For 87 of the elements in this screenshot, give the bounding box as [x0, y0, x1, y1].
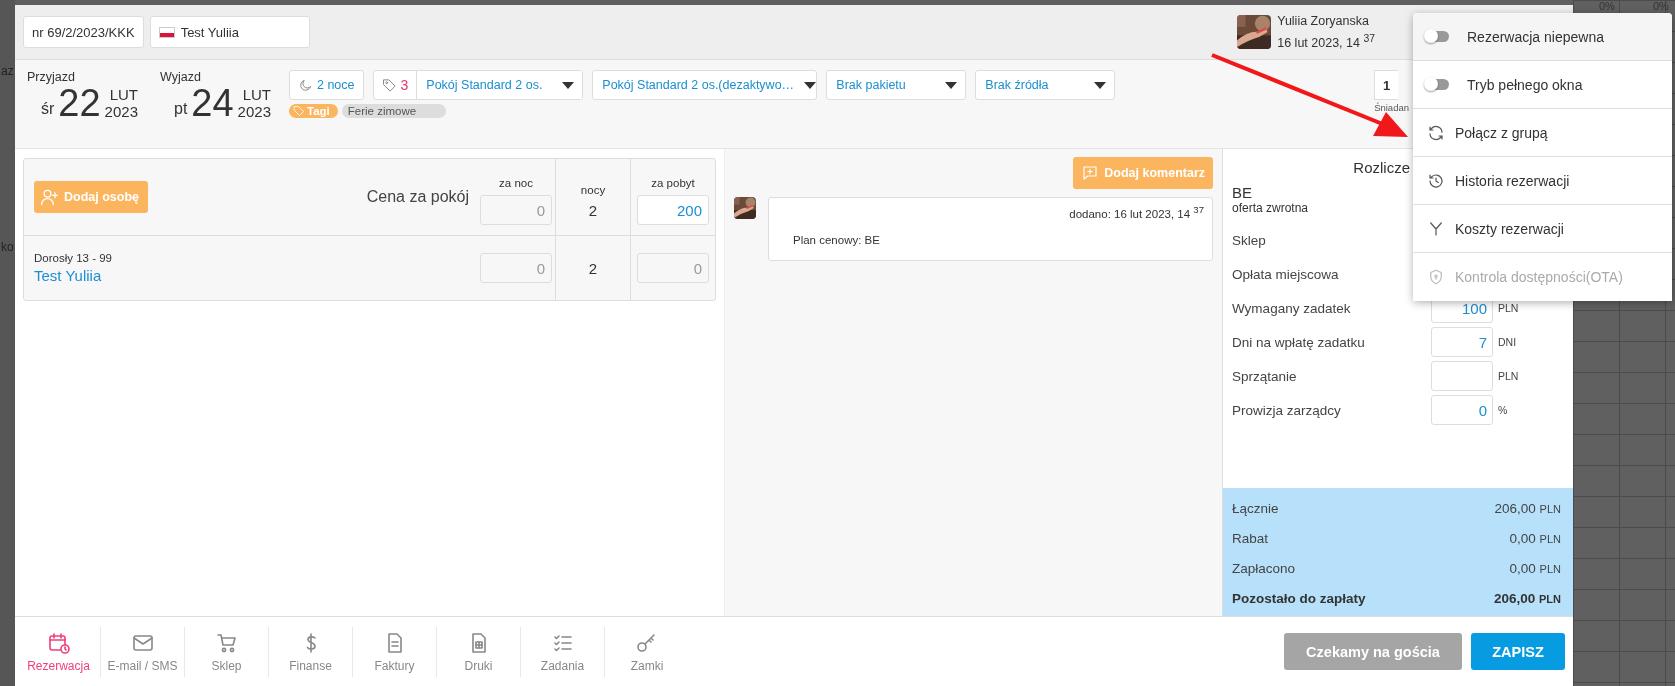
- toolbar-tab[interactable]: Zamki: [605, 626, 689, 677]
- weekday: śr: [41, 100, 55, 118]
- total-label: Rabat: [1232, 530, 1269, 546]
- day-number: 22: [58, 84, 101, 122]
- year: 2023: [104, 103, 138, 120]
- input-field[interactable]: 7: [1431, 327, 1493, 357]
- field-label: Dni na wpłatę zadatku: [1232, 334, 1365, 350]
- unit: %: [1498, 404, 1509, 416]
- nights-button[interactable]: 2 noce: [289, 70, 364, 100]
- row-label: Cena za pokój: [366, 188, 469, 206]
- unit: PLN: [1498, 302, 1520, 314]
- nights-count: 2: [588, 259, 598, 277]
- refresh-icon: [1427, 123, 1445, 142]
- breakfast-count-field[interactable]: 1: [1374, 70, 1399, 100]
- caret-icon: [945, 81, 958, 89]
- age-category: Dorosły 13 - 99: [34, 252, 112, 264]
- breakfast-label: Śniadan: [1374, 102, 1409, 113]
- toolbar-tab[interactable]: Finanse: [269, 626, 353, 677]
- menu-item[interactable]: Koszty rezerwacji: [1413, 205, 1672, 253]
- rate-plan-note: oferta zwrotna: [1232, 201, 1310, 215]
- dropdown[interactable]: Brak pakietu: [826, 70, 967, 100]
- toolbar-tab[interactable]: Zadania: [521, 626, 605, 677]
- total-amount: 0,00 PLN: [1509, 530, 1561, 546]
- flag-icon: [158, 26, 175, 38]
- timestamp: 16 lut 2023, 14 $^{37}$: [1277, 31, 1375, 53]
- save-button[interactable]: ZAPISZ: [1471, 633, 1565, 670]
- dropdown[interactable]: Pokój Standard 2 os.(dezaktywo…: [592, 70, 818, 100]
- total-label: Pozostało do zapłaty: [1232, 590, 1366, 606]
- toolbar-tab[interactable]: Faktury: [353, 626, 437, 677]
- user-name: Yuliia Zoryanska: [1277, 12, 1370, 30]
- menu-item[interactable]: Historia rezerwacji: [1413, 157, 1672, 205]
- field-label: Sklep: [1232, 232, 1266, 248]
- comment-plus-icon: [1081, 164, 1100, 182]
- price-field[interactable]: 0: [480, 195, 552, 225]
- history-icon: [1427, 171, 1445, 190]
- total-amount: 206,00 PLN: [1494, 500, 1561, 516]
- column-header: nocy: [580, 183, 606, 196]
- field-label: Sprzątanie: [1232, 368, 1297, 384]
- panel-title: Rozlicze: [1352, 159, 1411, 176]
- day-number: 24: [191, 84, 234, 122]
- toolbar-tab[interactable]: E-mail / SMS: [101, 626, 185, 677]
- comment-date: dodano: 16 lut 2023, 14 $^{37}$: [1069, 204, 1204, 220]
- caret-icon: [1094, 81, 1107, 89]
- reservation-number-field[interactable]: nr 69/2/2023/KKK: [23, 16, 144, 48]
- calendar-clock-icon: [46, 630, 71, 655]
- fork-icon: [1427, 219, 1445, 238]
- date-label: Wyjazd: [160, 70, 202, 84]
- unit: DNI: [1498, 336, 1518, 348]
- status-button[interactable]: Czekamy na gościa: [1284, 633, 1462, 670]
- total-label: Łącznie: [1232, 500, 1279, 516]
- guest-name-field[interactable]: Test Yuliia: [149, 16, 310, 48]
- column-header: za noc: [499, 177, 533, 189]
- field-label: Prowizja zarządcy: [1232, 402, 1341, 418]
- field-label: Opłata miejscowa: [1232, 266, 1339, 282]
- nights-count: 2: [588, 201, 598, 219]
- toolbar-tab[interactable]: Rezerwacja: [17, 626, 101, 677]
- date-label: Przyjazd: [27, 70, 76, 84]
- tag-icon: [293, 105, 305, 117]
- caret-icon: [804, 81, 817, 89]
- add-person-icon: [40, 187, 60, 207]
- toolbar-tab[interactable]: Druki: [437, 626, 521, 677]
- column-header: za pobyt: [651, 177, 695, 189]
- input-field[interactable]: [1431, 361, 1493, 391]
- weekday: pt: [174, 100, 188, 118]
- menu-item[interactable]: Połącz z grupą: [1413, 109, 1672, 157]
- shield-icon: [1427, 268, 1445, 286]
- tag: Ferie zimowe: [341, 104, 447, 118]
- rate-plan: BE: [1232, 184, 1253, 201]
- total-amount: 0,00 PLN: [1509, 560, 1561, 576]
- comment-text: Plan cenowy: BE: [793, 233, 881, 246]
- field-label: Wymagany zadatek: [1232, 300, 1351, 316]
- month: LUT: [109, 86, 138, 103]
- price-field[interactable]: 200: [637, 195, 709, 225]
- input-field[interactable]: 0: [1431, 395, 1493, 425]
- menu-item[interactable]: Rezerwacja niepewna: [1413, 13, 1672, 61]
- unit: PLN: [1498, 370, 1520, 382]
- price-field[interactable]: 0: [637, 253, 709, 283]
- menu-item[interactable]: Tryb pełnego okna: [1413, 61, 1672, 109]
- total-amount: 206,00 PLN: [1493, 590, 1561, 606]
- guest-link[interactable]: Test Yuliia: [34, 267, 102, 284]
- month: LUT: [242, 86, 271, 103]
- price-field[interactable]: 0: [480, 253, 552, 283]
- moon-icon: [298, 77, 313, 93]
- year: 2023: [237, 103, 271, 120]
- dropdown[interactable]: Brak źródła: [975, 70, 1116, 100]
- total-label: Zapłacono: [1232, 560, 1296, 576]
- toolbar-tab[interactable]: Sklep: [185, 626, 269, 677]
